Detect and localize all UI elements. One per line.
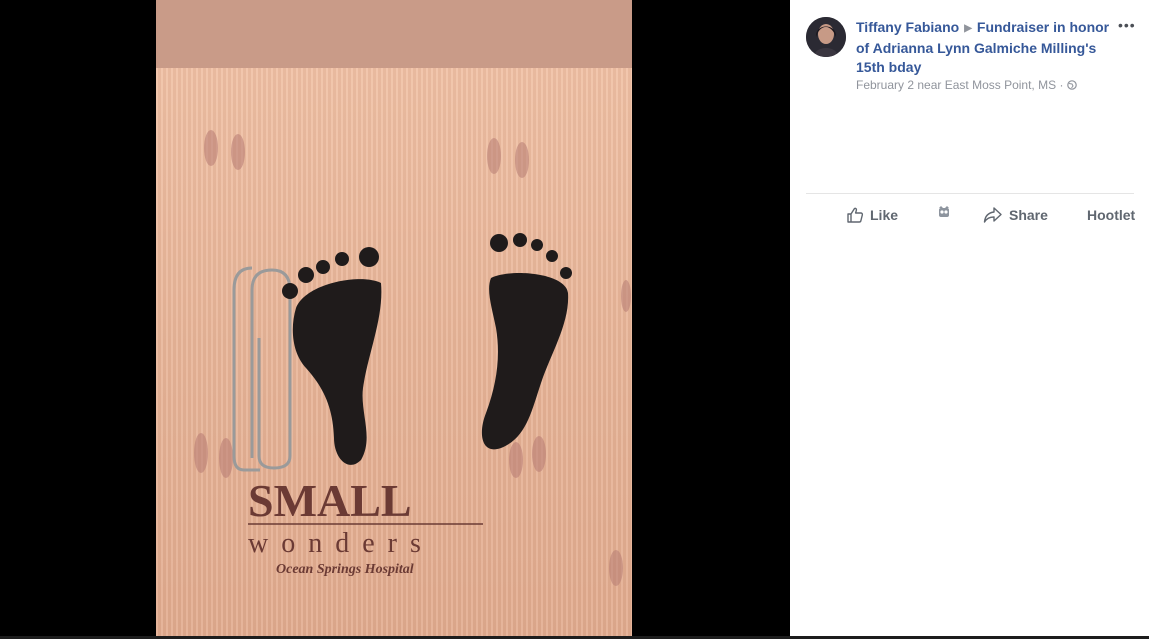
- footprint-card-art: SMALL wonders Ocean Springs Hospital: [194, 130, 631, 586]
- post-date-link[interactable]: February 2: [856, 78, 914, 92]
- share-button[interactable]: Share: [983, 206, 1048, 224]
- globe-icon[interactable]: [1066, 80, 1077, 90]
- actions-divider: [806, 193, 1134, 194]
- card-hospital-name: Ocean Springs Hospital: [276, 562, 414, 577]
- like-label: Like: [870, 207, 899, 223]
- like-button[interactable]: Like: [846, 206, 898, 224]
- post-meta: February 2 near East Moss Point, MS ·: [856, 78, 1077, 92]
- photo-background: [156, 0, 632, 72]
- card-brand-title: SMALL: [248, 475, 412, 526]
- avatar-image: [806, 17, 846, 57]
- more-options-icon[interactable]: •••: [1118, 18, 1135, 34]
- caret-right-icon: ▶: [964, 23, 972, 34]
- post-photo[interactable]: SMALL wonders Ocean Springs Hospital: [156, 0, 632, 636]
- paper-clip: [232, 266, 292, 472]
- thumbs-up-icon: [847, 207, 864, 223]
- author-name-link[interactable]: Tiffany Fabiano: [856, 19, 959, 35]
- post-info-panel: Tiffany Fabiano ▶ Fundraiser in honor of A…: [790, 0, 1149, 636]
- avatar[interactable]: [806, 17, 846, 57]
- share-label: Share: [1009, 207, 1048, 223]
- footprint-card: SMALL wonders Ocean Springs Hospital: [156, 68, 632, 636]
- post-location[interactable]: near East Moss Point, MS: [917, 78, 1056, 92]
- post-header: Tiffany Fabiano ▶ Fundraiser in honor of A…: [856, 18, 1120, 77]
- owl-icon: [939, 206, 949, 217]
- reaction-sticker-button[interactable]: [938, 203, 956, 221]
- left-footprint: [282, 247, 382, 465]
- card-brand-subtitle: wonders: [248, 528, 434, 559]
- hootlet-button[interactable]: Hootlet: [1087, 206, 1135, 224]
- right-footprint: [481, 233, 572, 450]
- hootlet-label: Hootlet: [1087, 207, 1136, 223]
- photo-viewer-stage: SMALL wonders Ocean Springs Hospital: [0, 0, 790, 639]
- share-arrow-icon: [983, 207, 1002, 223]
- meta-separator: ·: [1059, 78, 1064, 92]
